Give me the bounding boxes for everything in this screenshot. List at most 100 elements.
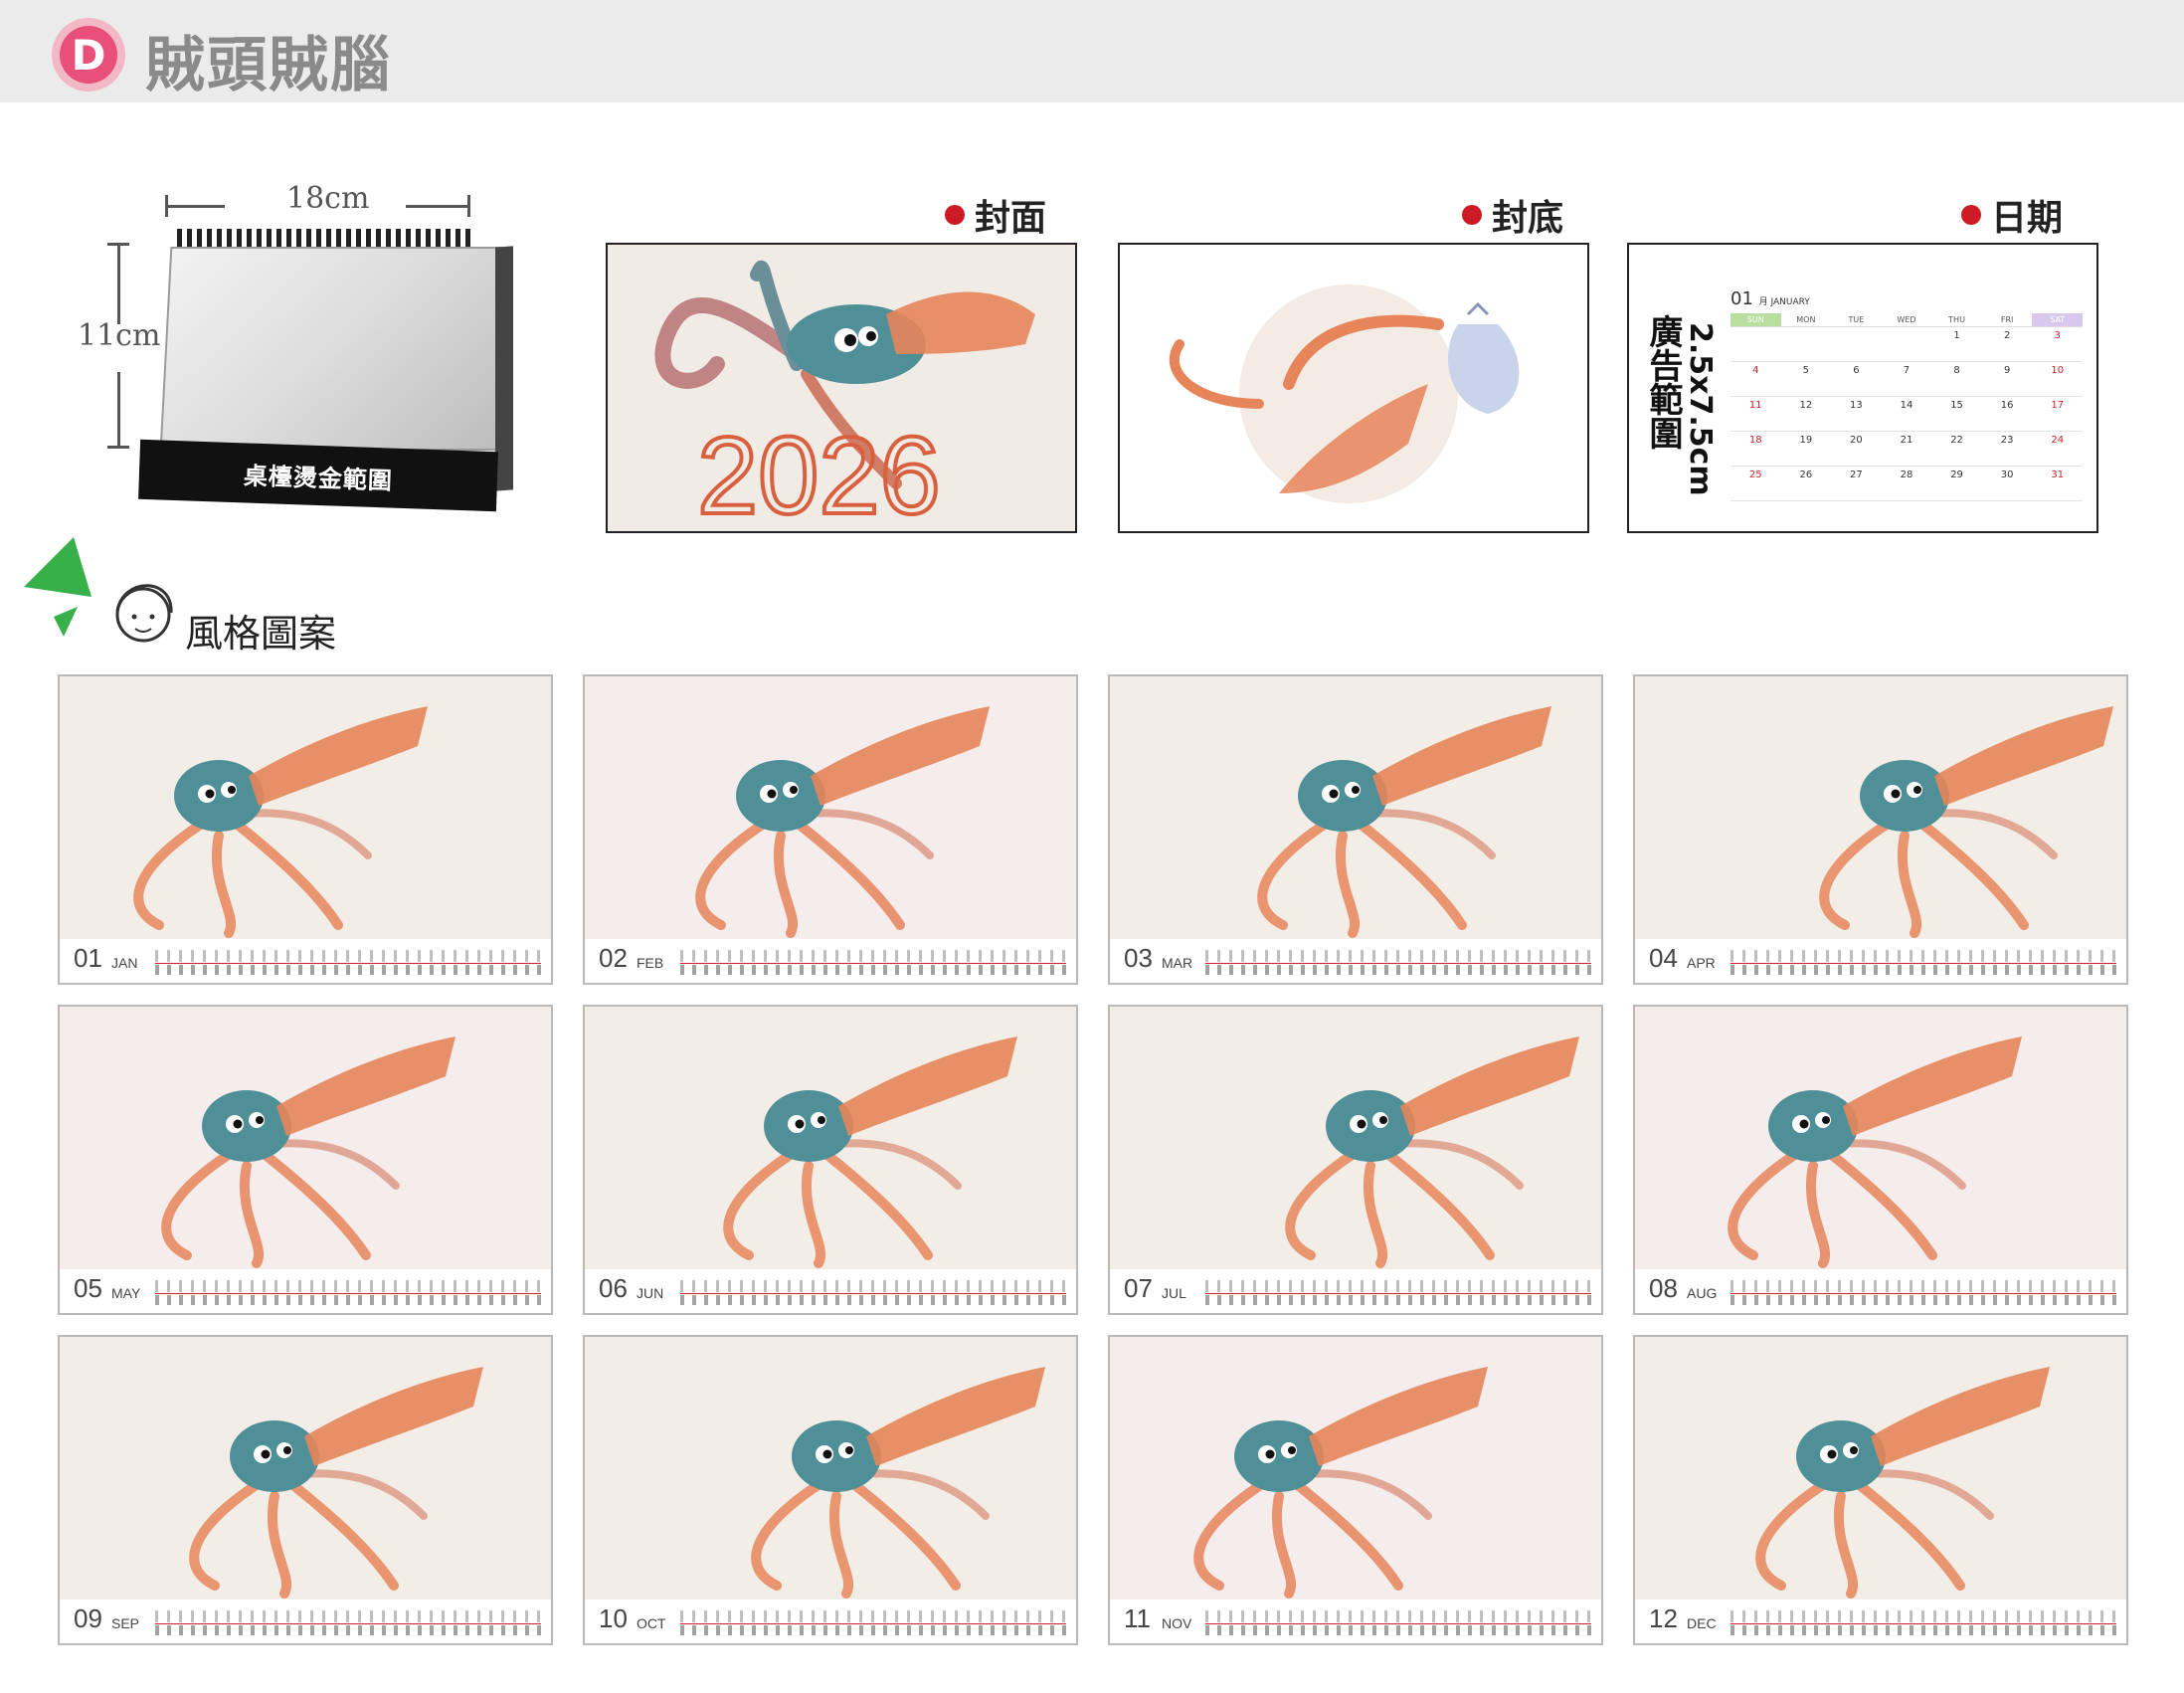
- ad-area-size: 2.5x7.5cm: [1683, 322, 1718, 496]
- month-number: 09: [74, 1603, 102, 1633]
- squid-illustration: [1635, 1337, 2126, 1599]
- month-number: 07: [1124, 1273, 1153, 1303]
- month-name: JUL: [1162, 1285, 1186, 1301]
- mini-calendar-day: 7: [1881, 362, 1932, 397]
- month-number: 12: [1649, 1603, 1678, 1633]
- mini-calendar-day: 29: [1931, 467, 1982, 501]
- month-name: JUN: [637, 1285, 664, 1301]
- month-number: 02: [599, 943, 628, 973]
- month-card: 07 JUL: [1108, 1005, 1603, 1315]
- green-triangle-icon: [24, 537, 91, 597]
- month-card: 12 DEC: [1633, 1335, 2128, 1645]
- mini-calendar-weekday: SAT: [2032, 313, 2083, 326]
- mini-calendar-day: 25: [1730, 467, 1781, 501]
- mini-calendar-weekdays: SUN MON TUE WED THU FRI SAT: [1730, 313, 2083, 326]
- month-number: 11: [1124, 1603, 1151, 1633]
- base-label: 桌檯燙金範圍: [243, 461, 394, 495]
- mini-calendar-day: 12: [1780, 397, 1832, 432]
- mini-calendar-day: 30: [1981, 467, 2033, 501]
- mini-calendar-day: 31: [2032, 467, 2083, 501]
- month-card: 02 FEB: [583, 674, 1078, 985]
- month-date-strip: [1730, 1609, 2116, 1635]
- mini-calendar-day: 24: [2032, 432, 2083, 467]
- month-card-footer: 11 NOV: [1110, 1599, 1601, 1643]
- cover-year: 2026: [697, 415, 941, 533]
- month-card: 05 MAY: [58, 1005, 553, 1315]
- month-date-strip: [1730, 949, 2116, 975]
- month-card-footer: 07 JUL: [1110, 1269, 1601, 1313]
- mini-calendar-day: 8: [1931, 362, 1982, 397]
- month-date-strip: [1205, 949, 1591, 975]
- mini-calendar-day: 22: [1931, 432, 1982, 467]
- mini-calendar-day: [1730, 327, 1781, 362]
- mini-calendar-day: 20: [1831, 432, 1882, 467]
- squid-illustration: [60, 1337, 551, 1599]
- mini-calendar-weekday: WED: [1897, 315, 1916, 324]
- mini-calendar-grid: 1 2 3 4 5 6 7 8 9 10 11 12 13 14 15 16 17 18 19 20 21 22 23 24 2…: [1730, 326, 2083, 501]
- ad-area-label: 廣告範圍: [1643, 314, 1683, 450]
- squid-illustration: [60, 1007, 551, 1269]
- month-name: FEB: [637, 955, 664, 971]
- mini-calendar: 01 月 JANUARY SUN MON TUE WED THU FRI SAT 12345…: [1730, 288, 2083, 501]
- month-date-strip: [680, 1279, 1066, 1305]
- squid-illustration: [1110, 1007, 1601, 1269]
- month-card: 09 SEP: [58, 1335, 553, 1645]
- squid-illustration: [585, 1007, 1076, 1269]
- month-card-footer: 10 OCT: [585, 1599, 1076, 1643]
- height-dimension: 11cm: [78, 318, 161, 353]
- mini-calendar-day: 6: [1831, 362, 1882, 397]
- mini-calendar-day: 9: [1981, 362, 2033, 397]
- mini-calendar-month-number: 01: [1730, 288, 1753, 309]
- squid-back-illustration: [1169, 284, 1520, 503]
- month-name: DEC: [1687, 1615, 1717, 1631]
- mini-calendar-day: 15: [1931, 397, 1982, 432]
- month-name: APR: [1687, 955, 1716, 971]
- month-card: 10 OCT: [583, 1335, 1078, 1645]
- mini-calendar-day: 28: [1881, 467, 1932, 501]
- mini-calendar-day: 23: [1981, 432, 2033, 467]
- mini-calendar-day: [1881, 327, 1932, 362]
- month-date-strip: [155, 1609, 541, 1635]
- month-number: 05: [74, 1273, 102, 1303]
- month-date-strip: [1205, 1279, 1591, 1305]
- mini-calendar-day: 1: [1931, 327, 1982, 362]
- month-name: OCT: [637, 1615, 666, 1631]
- month-date-strip: [680, 1609, 1066, 1635]
- mini-calendar-day: 13: [1831, 397, 1882, 432]
- calendar-panel: [159, 247, 509, 451]
- month-card-footer: 03 MAR: [1110, 939, 1601, 983]
- month-name: NOV: [1162, 1615, 1192, 1631]
- month-name: JAN: [111, 955, 138, 971]
- green-triangle-icon: [54, 607, 78, 637]
- month-date-strip: [1730, 1279, 2116, 1305]
- mini-calendar-day: 18: [1730, 432, 1781, 467]
- squid-illustration: [1635, 676, 2126, 939]
- mini-calendar-day: [1831, 327, 1882, 362]
- month-name: AUG: [1687, 1285, 1718, 1301]
- desk-calendar-diagram: 18cm 11cm 桌檯燙金範圍: [78, 177, 515, 515]
- month-card: 01 JAN: [58, 674, 553, 985]
- width-dimension: 18cm: [286, 181, 370, 216]
- mini-calendar-weekday: THU: [1948, 315, 1965, 324]
- month-name: MAY: [111, 1285, 141, 1301]
- red-dot-icon: [1961, 205, 1981, 225]
- squid-illustration: [1110, 1337, 1601, 1599]
- month-date-strip: [680, 949, 1066, 975]
- style-section-label: 風格圖案: [185, 612, 337, 656]
- red-dot-icon: [1462, 205, 1482, 225]
- mini-calendar-month-name: 月 JANUARY: [1758, 297, 1810, 307]
- mini-calendar-day: 3: [2032, 327, 2083, 362]
- mini-calendar-day: 10: [2032, 362, 2083, 397]
- month-date-strip: [1205, 1609, 1591, 1635]
- month-card-footer: 08 AUG: [1635, 1269, 2126, 1313]
- mini-calendar-day: 14: [1881, 397, 1932, 432]
- squid-illustration: [60, 676, 551, 939]
- month-number: 01: [74, 943, 102, 973]
- mini-calendar-day: 21: [1881, 432, 1932, 467]
- mini-calendar-weekday: SUN: [1730, 313, 1781, 326]
- squid-illustration: [585, 676, 1076, 939]
- mini-calendar-day: 19: [1780, 432, 1832, 467]
- month-card-footer: 09 SEP: [60, 1599, 551, 1643]
- mini-calendar-weekday: TUE: [1848, 315, 1865, 324]
- mini-calendar-day: 26: [1780, 467, 1832, 501]
